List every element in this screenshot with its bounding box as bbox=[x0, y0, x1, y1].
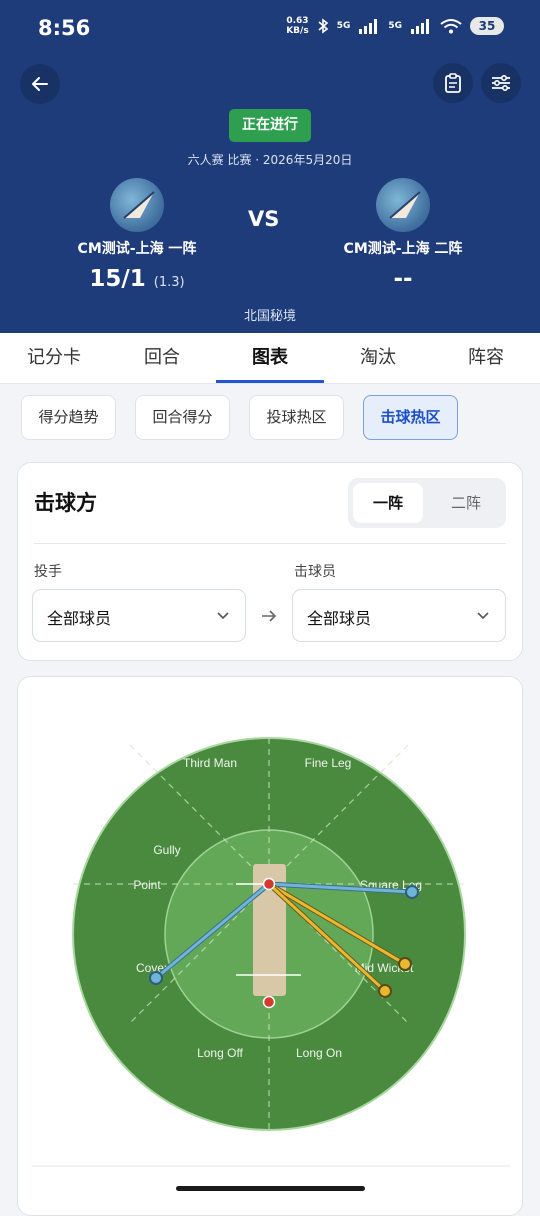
tab-lineup[interactable]: 阵容 bbox=[432, 333, 540, 383]
team-a-overs: (1.3) bbox=[153, 275, 185, 290]
filter-card: 击球方 一阵 二阵 投手 全部球员 击球员 全部球员 bbox=[17, 462, 523, 661]
tab-overs[interactable]: 回合 bbox=[108, 333, 216, 383]
team-a[interactable]: CM测试-上海 一阵 15/1 (1.3) bbox=[37, 178, 237, 292]
subtab-batting-heatmap[interactable]: 击球热区 bbox=[363, 395, 458, 440]
settings-button[interactable] bbox=[481, 63, 521, 103]
network-5g-2: 5G bbox=[388, 21, 402, 31]
network-5g-1: 5G bbox=[336, 21, 351, 31]
tab-wickets[interactable]: 淘汰 bbox=[324, 333, 432, 383]
shot-end-marker bbox=[149, 971, 163, 985]
scorecard-button[interactable] bbox=[433, 63, 473, 103]
wagon-wheel: Third Man Fine Leg Gully Point Square Le… bbox=[32, 737, 510, 1167]
vs-label: VS bbox=[248, 207, 280, 231]
chart-subtabs: 得分趋势 回合得分 投球热区 击球热区 bbox=[0, 384, 540, 450]
batter-select[interactable]: 全部球员 bbox=[292, 589, 506, 642]
bluetooth-icon bbox=[318, 18, 328, 34]
subtab-over-runs[interactable]: 回合得分 bbox=[135, 395, 230, 440]
home-indicator[interactable] bbox=[176, 1186, 365, 1191]
zone-label-fine-leg: Fine Leg bbox=[305, 756, 352, 770]
card-divider bbox=[34, 543, 506, 544]
batting-side-title: 击球方 bbox=[34, 491, 97, 515]
arrow-left-icon bbox=[32, 77, 48, 91]
bowler-stumps-marker bbox=[262, 995, 276, 1009]
zone-label-point: Point bbox=[133, 878, 161, 892]
team-a-score: 15/1 (1.3) bbox=[89, 266, 185, 292]
batter-select-value: 全部球员 bbox=[307, 609, 372, 628]
signal-icon bbox=[411, 19, 429, 34]
shot-end-marker bbox=[398, 957, 412, 971]
arrow-right-icon bbox=[262, 610, 277, 622]
segment-team-b[interactable]: 二阵 bbox=[431, 483, 501, 523]
venue-name: 北国秘境 bbox=[243, 309, 296, 324]
clipboard-icon bbox=[445, 73, 461, 93]
match-header: 8:56 0.63 KB/s 5G 5G 35 正在进行 六人赛 比赛 · 20… bbox=[0, 0, 540, 333]
sliders-icon bbox=[492, 74, 510, 92]
batter-label: 击球员 bbox=[294, 564, 336, 580]
wifi-icon bbox=[440, 19, 462, 34]
zone-label-long-off: Long Off bbox=[197, 1046, 243, 1060]
team-a-name: CM测试-上海 一阵 bbox=[77, 241, 197, 257]
chevron-down-icon bbox=[477, 612, 489, 620]
live-status-badge: 正在进行 bbox=[229, 109, 311, 142]
signal-icon bbox=[359, 19, 378, 34]
team-b[interactable]: CM测试-上海 二阵 -- bbox=[303, 178, 503, 292]
main-tabs: 记分卡 回合 图表 淘汰 阵容 bbox=[0, 333, 540, 384]
zone-label-third-man: Third Man bbox=[183, 756, 237, 770]
status-time: 8:56 bbox=[38, 16, 91, 40]
wagon-wheel-card: Third Man Fine Leg Gully Point Square Le… bbox=[17, 676, 523, 1216]
striker-stumps-marker bbox=[262, 877, 276, 891]
team-b-score: -- bbox=[393, 266, 413, 292]
match-info: 六人赛 比赛 · 2026年5月20日 bbox=[187, 153, 353, 167]
chevron-down-icon bbox=[217, 612, 229, 620]
zone-label-gully: Gully bbox=[153, 843, 180, 857]
subtab-score-trend[interactable]: 得分趋势 bbox=[21, 395, 116, 440]
team-segment-control: 一阵 二阵 bbox=[348, 478, 506, 528]
bowler-select[interactable]: 全部球员 bbox=[32, 589, 246, 642]
network-speed: 0.63 KB/s bbox=[286, 16, 309, 36]
bowler-label: 投手 bbox=[34, 564, 62, 580]
subtab-bowling-heatmap[interactable]: 投球热区 bbox=[249, 395, 344, 440]
tab-scorecard[interactable]: 记分卡 bbox=[0, 333, 108, 383]
back-button[interactable] bbox=[20, 64, 60, 104]
shot-end-marker bbox=[405, 885, 419, 899]
tab-charts[interactable]: 图表 bbox=[216, 333, 324, 383]
shot-end-marker bbox=[378, 984, 392, 998]
status-bar: 8:56 0.63 KB/s 5G 5G 35 bbox=[0, 0, 540, 58]
zone-label-long-on: Long On bbox=[296, 1046, 342, 1060]
segment-team-a[interactable]: 一阵 bbox=[353, 483, 423, 523]
bowler-select-value: 全部球员 bbox=[47, 609, 112, 628]
team-b-logo bbox=[376, 178, 430, 232]
team-a-logo bbox=[110, 178, 164, 232]
battery-indicator: 35 bbox=[470, 17, 504, 35]
status-icons: 0.63 KB/s 5G 5G 35 bbox=[286, 16, 504, 36]
team-b-name: CM测试-上海 二阵 bbox=[343, 241, 463, 257]
